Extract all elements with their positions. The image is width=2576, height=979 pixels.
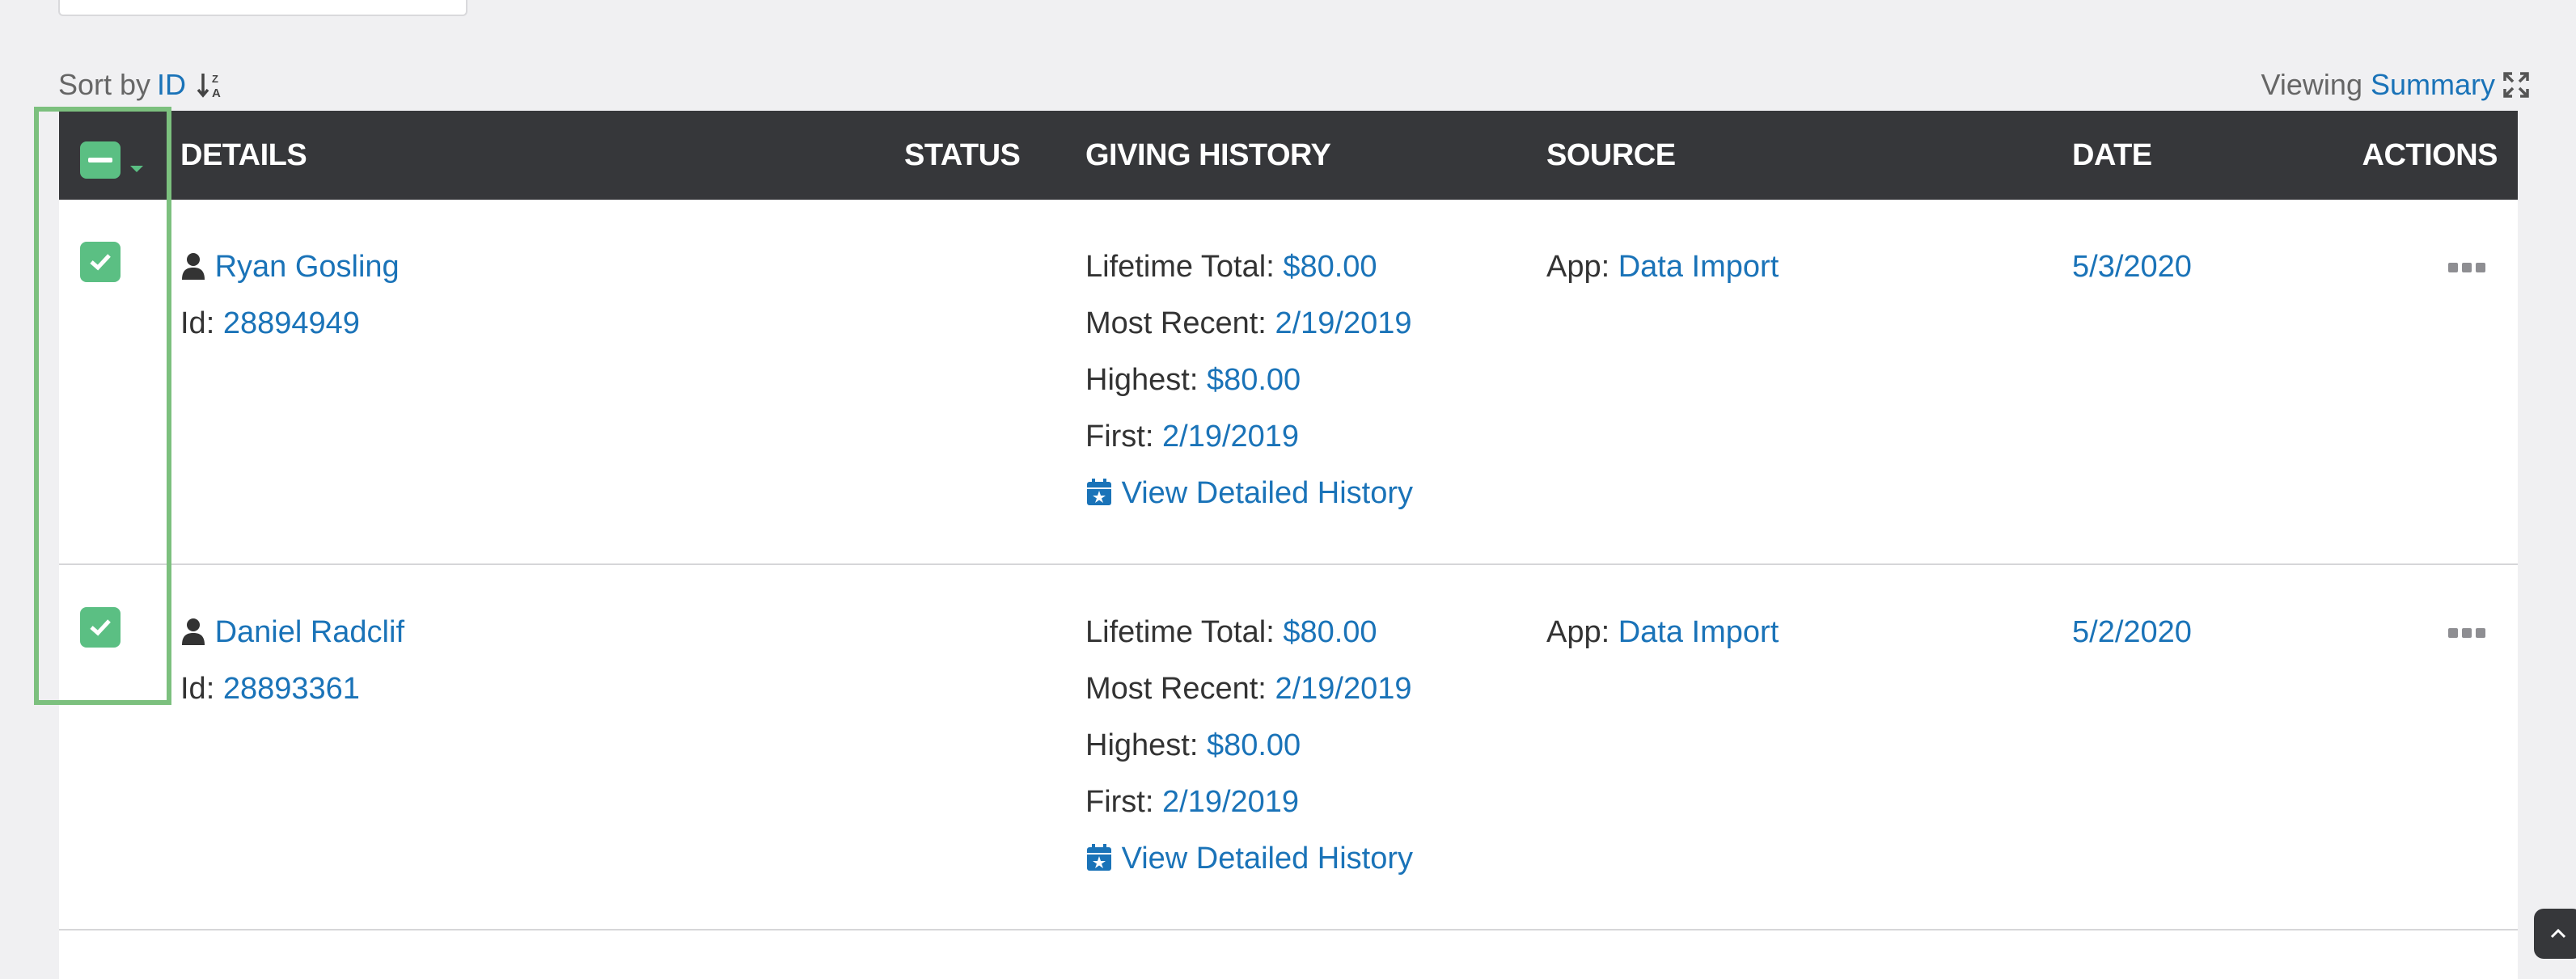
donor-name-line: Ryan Gosling	[180, 238, 400, 295]
highest-label: Highest:	[1085, 363, 1199, 397]
app-label: App:	[1546, 250, 1610, 284]
chevron-down-icon[interactable]	[129, 164, 145, 174]
lifetime-total-value[interactable]: $80.00	[1283, 615, 1377, 649]
column-header-giving-history[interactable]: GIVING HISTORY	[1085, 111, 1331, 200]
column-header-details[interactable]: DETAILS	[180, 111, 307, 200]
first-gift-label: First:	[1085, 420, 1154, 454]
calendar-star-icon	[1087, 479, 1111, 505]
view-history-link[interactable]: View Detailed History	[1085, 465, 1413, 521]
highest-value[interactable]: $80.00	[1207, 728, 1301, 762]
giving-history-cell: Lifetime Total: $80.00 Most Recent: 2/19…	[1085, 604, 1413, 887]
donor-id-line: Id: 28894949	[180, 295, 400, 352]
most-recent-label: Most Recent:	[1085, 306, 1267, 340]
first-gift-value[interactable]: 2/19/2019	[1162, 785, 1299, 819]
view-mode-control: Viewing Summary	[2261, 68, 2529, 102]
details-cell: Ryan Gosling Id: 28894949	[180, 238, 400, 352]
user-icon	[182, 618, 205, 645]
sort-control: Sort by ID Z A	[58, 68, 228, 102]
first-gift-value[interactable]: 2/19/2019	[1162, 420, 1299, 454]
date-link[interactable]: 5/3/2020	[2072, 250, 2192, 284]
first-gift-label: First:	[1085, 785, 1154, 819]
column-header-source[interactable]: SOURCE	[1546, 111, 1676, 200]
donor-id-link[interactable]: 28893361	[223, 672, 360, 706]
id-label: Id:	[180, 306, 215, 340]
donor-id-link[interactable]: 28894949	[223, 306, 360, 340]
details-cell: Daniel Radclif Id: 28893361	[180, 604, 404, 717]
most-recent-value[interactable]: 2/19/2019	[1275, 672, 1411, 706]
source-link[interactable]: Data Import	[1618, 250, 1779, 284]
table-row	[59, 930, 2518, 979]
donor-name-line: Daniel Radclif	[180, 604, 404, 660]
donor-name-link[interactable]: Daniel Radclif	[215, 615, 404, 649]
sort-field-link[interactable]: ID	[157, 68, 186, 102]
table-header: DETAILS STATUS GIVING HISTORY SOURCE DAT…	[59, 111, 2518, 200]
sort-direction-icon[interactable]: Z A	[196, 69, 228, 101]
more-actions-icon[interactable]	[2448, 263, 2485, 274]
app-label: App:	[1546, 615, 1610, 649]
highest-value[interactable]: $80.00	[1207, 363, 1301, 397]
giving-history-cell: Lifetime Total: $80.00 Most Recent: 2/19…	[1085, 238, 1413, 521]
highest-label: Highest:	[1085, 728, 1199, 762]
donations-table: DETAILS STATUS GIVING HISTORY SOURCE DAT…	[59, 111, 2518, 979]
donor-id-line: Id: 28893361	[180, 660, 404, 717]
lifetime-total-value[interactable]: $80.00	[1283, 250, 1377, 284]
date-cell: 5/2/2020	[2072, 604, 2192, 660]
calendar-star-icon	[1087, 844, 1111, 871]
most-recent-label: Most Recent:	[1085, 672, 1267, 706]
search-input[interactable]	[58, 0, 467, 16]
column-header-status[interactable]: STATUS	[904, 111, 1021, 200]
lifetime-total-label: Lifetime Total:	[1085, 250, 1275, 284]
source-cell: App: Data Import	[1546, 238, 1779, 295]
select-all-checkbox[interactable]	[80, 141, 121, 179]
donor-name-link[interactable]: Ryan Gosling	[215, 250, 400, 284]
row-checkbox[interactable]	[80, 607, 121, 648]
most-recent-value[interactable]: 2/19/2019	[1275, 306, 1411, 340]
view-mode-link[interactable]: Summary	[2371, 68, 2495, 102]
chevron-up-icon	[2550, 928, 2566, 939]
scroll-to-top-button[interactable]	[2534, 909, 2576, 959]
source-cell: App: Data Import	[1546, 604, 1779, 660]
user-icon	[182, 253, 205, 280]
view-history-label[interactable]: View Detailed History	[1122, 476, 1413, 510]
source-link[interactable]: Data Import	[1618, 615, 1779, 649]
id-label: Id:	[180, 672, 215, 706]
svg-text:A: A	[212, 87, 221, 100]
date-link[interactable]: 5/2/2020	[2072, 615, 2192, 649]
sort-label: Sort by	[58, 68, 151, 101]
table-row: Ryan Gosling Id: 28894949 Lifetime Total…	[59, 200, 2518, 565]
view-history-label[interactable]: View Detailed History	[1122, 842, 1413, 876]
view-history-link[interactable]: View Detailed History	[1085, 830, 1413, 887]
view-label: Viewing	[2261, 68, 2362, 101]
expand-icon[interactable]	[2503, 72, 2529, 98]
date-cell: 5/3/2020	[2072, 238, 2192, 295]
svg-text:Z: Z	[212, 73, 218, 85]
column-header-actions: ACTIONS	[2362, 138, 2498, 172]
row-checkbox[interactable]	[80, 242, 121, 282]
column-header-date[interactable]: DATE	[2072, 111, 2152, 200]
table-row: Daniel Radclif Id: 28893361 Lifetime Tot…	[59, 565, 2518, 930]
lifetime-total-label: Lifetime Total:	[1085, 615, 1275, 649]
more-actions-icon[interactable]	[2448, 628, 2485, 639]
